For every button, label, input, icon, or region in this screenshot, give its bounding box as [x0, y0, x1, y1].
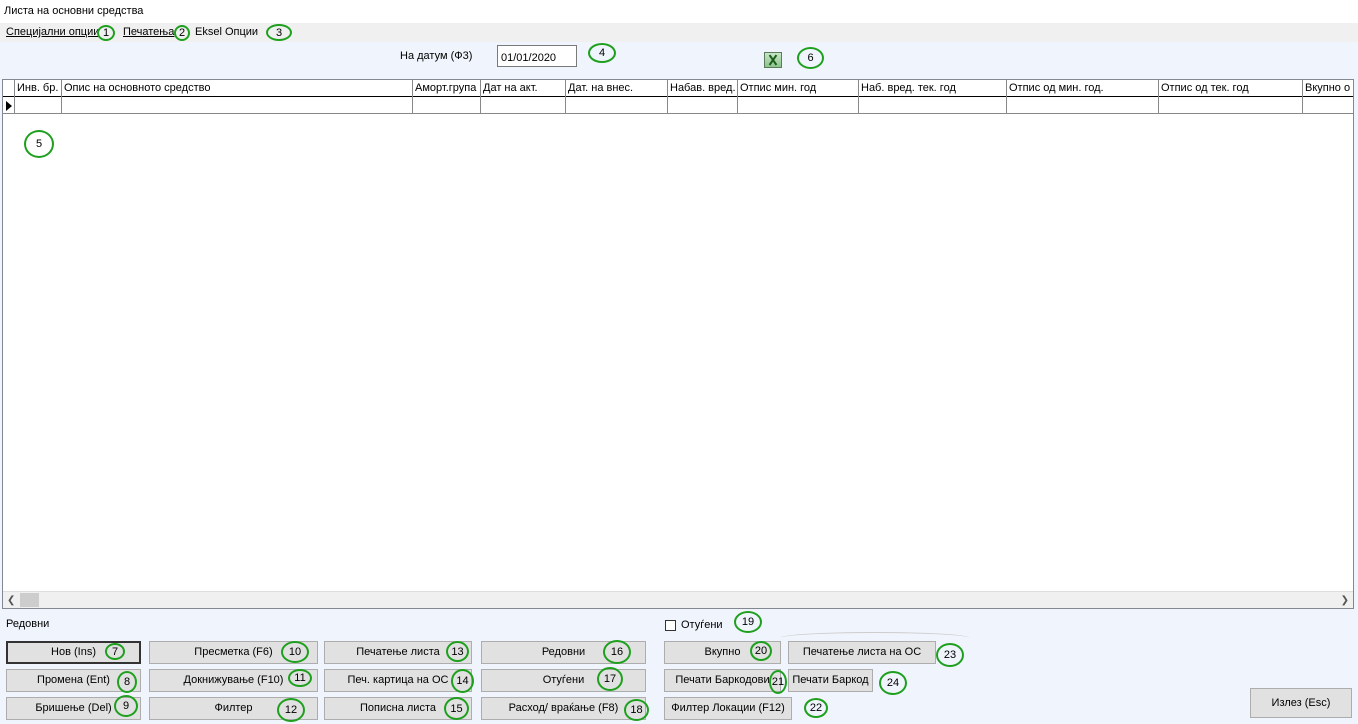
annotation-badge: 8 — [117, 671, 137, 693]
grid-cell[interactable] — [566, 97, 668, 114]
annotation-badge: 20 — [750, 641, 772, 661]
annotation-badge: 9 — [114, 695, 138, 717]
menu-excel-options[interactable]: Eksel Опции — [195, 26, 258, 38]
annotation-badge: 22 — [804, 698, 828, 718]
annotation-badge: 1 — [97, 25, 115, 41]
annotation-badge: 10 — [281, 641, 309, 663]
column-header[interactable]: Набав. вред. — [668, 80, 738, 97]
annotation-badge: 2 — [174, 25, 190, 41]
date-input[interactable] — [497, 45, 577, 67]
column-header[interactable]: Наб. вред. тек. год — [859, 80, 1007, 97]
print-asset-list-button[interactable]: Печатење листа на ОС — [788, 641, 936, 664]
annotation-badge: 12 — [277, 698, 305, 722]
disposal-return-button[interactable]: Расход/ враќање (F8) — [481, 697, 646, 720]
annotation-badge: 21 — [769, 670, 787, 694]
row-pointer-icon — [6, 101, 12, 111]
annotation-badge: 24 — [879, 671, 907, 695]
annotation-badge: 14 — [451, 669, 474, 693]
scroll-left-icon[interactable]: ❮ — [7, 595, 15, 606]
grid-cell[interactable] — [1007, 97, 1159, 114]
row-indicator — [3, 97, 15, 114]
print-barcodes-button[interactable]: Печати Баркодови — [664, 669, 781, 692]
excel-icon[interactable] — [764, 52, 782, 68]
scroll-right-icon[interactable]: ❯ — [1341, 595, 1349, 606]
print-barcode-button[interactable]: Печати Баркод — [788, 669, 873, 692]
column-header[interactable]: Опис на основното средство — [62, 80, 413, 97]
annotation-badge: 4 — [588, 43, 616, 63]
otugeni-checkbox[interactable]: Отуѓени — [665, 619, 723, 631]
scroll-thumb[interactable] — [20, 593, 39, 607]
annotation-badge: 6 — [797, 47, 824, 69]
menu-special-options-label: Специјални опции — [6, 26, 100, 38]
column-header[interactable]: Дат на акт. — [481, 80, 566, 97]
window-title: Листа на основни средства — [0, 0, 1358, 23]
menu-special-options[interactable]: Специјални опции — [6, 26, 99, 38]
annotation-badge: 18 — [624, 699, 649, 721]
print-asset-card-button[interactable]: Печ. картица на ОС — [324, 669, 472, 692]
grid-cell[interactable] — [15, 97, 62, 114]
filter-locations-button[interactable]: Филтер Локации (F12) — [664, 697, 792, 720]
annotation-badge: 11 — [288, 669, 312, 687]
otugeni-checkbox-label: Отуѓени — [681, 619, 723, 631]
status-label: Редовни — [6, 618, 50, 630]
annotation-badge: 13 — [446, 641, 469, 662]
horizontal-scrollbar[interactable]: ❮ ❯ — [3, 591, 1353, 608]
column-header[interactable]: Инв. бр. — [15, 80, 62, 97]
grid-cell[interactable] — [62, 97, 413, 114]
annotation-badge: 23 — [936, 643, 964, 667]
grid-cell[interactable] — [413, 97, 481, 114]
column-header[interactable]: Отпис мин. год — [738, 80, 859, 97]
column-header[interactable]: Дат. на внес. — [566, 80, 668, 97]
grid-header: Инв. бр. Опис на основното средство Амор… — [3, 80, 1353, 97]
table-row[interactable] — [3, 97, 1353, 114]
annotation-badge: 15 — [444, 697, 469, 720]
checkbox-box[interactable] — [665, 619, 676, 631]
date-label: На датум (Ф3) — [400, 50, 473, 62]
menu-prints[interactable]: Печатења — [123, 26, 174, 38]
column-header[interactable]: Отпис од мин. год. — [1007, 80, 1159, 97]
menu-excel-options-label: Eksel Опции — [195, 26, 259, 38]
assets-grid[interactable]: Инв. бр. Опис на основното средство Амор… — [2, 79, 1354, 609]
exit-button[interactable]: Излез (Esc) — [1250, 688, 1352, 718]
annotation-badge: 19 — [734, 611, 762, 633]
menu-prints-label: Печатења — [123, 26, 175, 38]
column-header[interactable]: Аморт.група — [413, 80, 481, 97]
grid-cell[interactable] — [859, 97, 1007, 114]
column-header[interactable]: Отпис од тек. год — [1159, 80, 1303, 97]
menu-bar: Специјални опции Печатења Eksel Опции — [0, 23, 1358, 42]
annotation-badge: 16 — [603, 640, 631, 664]
grid-cell[interactable] — [481, 97, 566, 114]
annotation-badge: 17 — [597, 667, 623, 691]
grid-cell[interactable] — [1159, 97, 1303, 114]
column-header[interactable]: Вкупно о — [1303, 80, 1353, 97]
annotation-badge: 3 — [266, 24, 292, 41]
row-header-corner — [3, 80, 15, 97]
annotation-badge: 7 — [105, 643, 125, 660]
grid-cell[interactable] — [668, 97, 738, 114]
grid-cell[interactable] — [738, 97, 859, 114]
annotation-badge: 5 — [24, 130, 54, 158]
